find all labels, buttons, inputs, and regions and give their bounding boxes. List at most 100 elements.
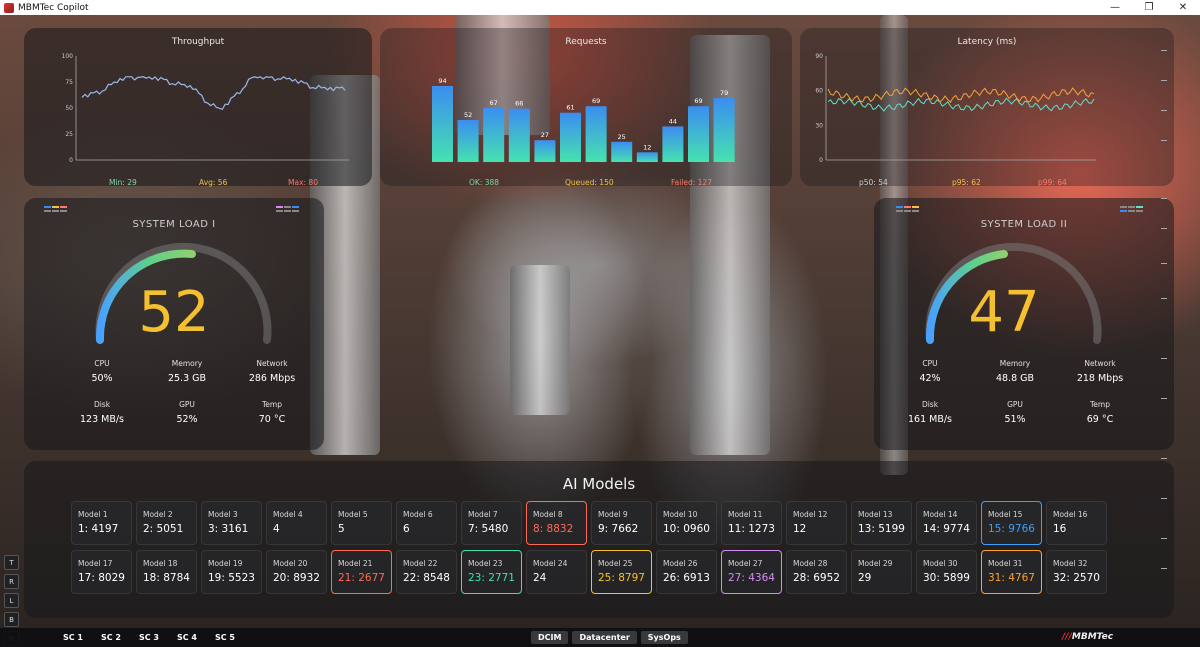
model-tile[interactable]: Model 8 8: 8832	[526, 501, 587, 545]
model-tile[interactable]: Model 1 1: 4197	[71, 501, 132, 545]
scroll-indicator[interactable]	[1158, 38, 1170, 578]
model-name: Model 26	[663, 559, 698, 568]
model-tile[interactable]: Model 15 15: 9766	[981, 501, 1042, 545]
model-value: 5	[338, 523, 345, 535]
metric-value: 123 MB/s	[79, 414, 125, 425]
model-tile[interactable]: Model 22 22: 8548	[396, 550, 457, 594]
minimize-button[interactable]: —	[1098, 2, 1132, 13]
model-name: Model 14	[923, 510, 958, 519]
scene-tab-sc2[interactable]: SC 2	[101, 633, 121, 642]
model-value: 15: 9766	[988, 523, 1035, 535]
metric-label: Memory	[999, 359, 1031, 368]
model-tile[interactable]: Model 20 20: 8932	[266, 550, 327, 594]
metric-value: 161 MB/s	[907, 414, 953, 425]
model-name: Model 18	[143, 559, 178, 568]
throughput-y-tick: 50	[65, 105, 73, 112]
model-tile[interactable]: Model 17 17: 8029	[71, 550, 132, 594]
model-tile[interactable]: Model 13 13: 5199	[851, 501, 912, 545]
model-value: 4	[273, 523, 280, 535]
side-button-r[interactable]: R	[4, 574, 19, 589]
model-tile[interactable]: Model 23 23: 2771	[461, 550, 522, 594]
requests-bar-label: 52	[464, 111, 472, 119]
requests-failed: Failed: 127	[671, 178, 712, 187]
scene-tab-sc5[interactable]: SC 5	[215, 633, 235, 642]
model-tile[interactable]: Model 14 14: 9774	[916, 501, 977, 545]
scene-tab-sc3[interactable]: SC 3	[139, 633, 159, 642]
model-name: Model 10	[663, 510, 698, 519]
model-tile[interactable]: Model 4 4	[266, 501, 327, 545]
requests-bar	[483, 107, 505, 162]
model-value: 13: 5199	[858, 523, 905, 535]
mbmtec-logo: ///MBMTec	[1062, 632, 1114, 642]
requests-bar-label: 61	[566, 104, 574, 112]
model-value: 18: 8784	[143, 572, 190, 584]
requests-bar	[534, 140, 556, 162]
model-tile[interactable]: Model 16 16	[1046, 501, 1107, 545]
model-name: Model 31	[988, 559, 1023, 568]
window-titlebar: MBMTec Copilot — ❐ ✕	[0, 0, 1200, 15]
model-tile[interactable]: Model 3 3: 3161	[201, 501, 262, 545]
view-tab-dcim[interactable]: DCIM	[531, 631, 569, 644]
side-button-l[interactable]: L	[4, 593, 19, 608]
model-name: Model 25	[598, 559, 633, 568]
maximize-button[interactable]: ❐	[1132, 2, 1166, 13]
model-tile[interactable]: Model 6 6	[396, 501, 457, 545]
model-tile[interactable]: Model 5 5	[331, 501, 392, 545]
latency-card: Latency (ms) 90 60 30 0 p50: 54 p95: 62 p99…	[800, 28, 1174, 187]
side-button-b[interactable]: B	[4, 612, 19, 627]
model-tile[interactable]: Model 11 11: 1273	[721, 501, 782, 545]
side-button-t[interactable]: T	[4, 555, 19, 570]
ai-models-grid: Model 1 1: 4197 Model 2 2: 5051 Model 3 3: 31…	[71, 501, 1107, 594]
model-value: 2: 5051	[143, 523, 184, 535]
metric-label: Network	[1084, 359, 1116, 368]
scene-tab-sc4[interactable]: SC 4	[177, 633, 197, 642]
view-tab-sysops[interactable]: SysOps	[640, 631, 688, 644]
throughput-y-tick: 0	[69, 157, 73, 164]
metric-label: Memory	[171, 359, 203, 368]
requests-bar-label: 69	[592, 97, 600, 105]
model-tile[interactable]: Model 2 2: 5051	[136, 501, 197, 545]
model-tile[interactable]: Model 32 32: 2570	[1046, 550, 1107, 594]
model-tile[interactable]: Model 31 31: 4767	[981, 550, 1042, 594]
model-tile[interactable]: Model 30 30: 5899	[916, 550, 977, 594]
view-tab-datacenter[interactable]: Datacenter	[572, 631, 637, 644]
model-name: Model 20	[273, 559, 308, 568]
metric-label: Disk	[93, 400, 111, 409]
requests-chart: 94 52 67 66 27 61 69 25 12 44 69 79	[432, 77, 735, 162]
model-tile[interactable]: Model 27 27: 4364	[721, 550, 782, 594]
model-value: 22: 8548	[403, 572, 450, 584]
load1-metric-memory: Memory 25.3 GB	[145, 354, 229, 392]
close-button[interactable]: ✕	[1166, 2, 1200, 13]
model-tile[interactable]: Model 12 12	[786, 501, 847, 545]
model-tile[interactable]: Model 26 26: 6913	[656, 550, 717, 594]
metric-label: Temp	[262, 400, 282, 409]
model-tile[interactable]: Model 19 19: 5523	[201, 550, 262, 594]
model-tile[interactable]: Model 29 29	[851, 550, 912, 594]
requests-bar	[611, 141, 633, 162]
load2-metric-gpu: GPU 51%	[973, 395, 1057, 433]
requests-bar	[457, 119, 479, 162]
model-name: Model 24	[533, 559, 568, 568]
ai-models-panel: AI Models Model 1 1: 4197 Model 2 2: 5051 Mo…	[24, 461, 1174, 618]
model-tile[interactable]: Model 28 28: 6952	[786, 550, 847, 594]
model-name: Model 30	[923, 559, 958, 568]
latency-p95: p95: 62	[952, 178, 981, 187]
model-tile[interactable]: Model 25 25: 8797	[591, 550, 652, 594]
metric-value: 25.3 GB	[167, 373, 207, 384]
model-value: 19: 5523	[208, 572, 255, 584]
model-value: 3: 3161	[208, 523, 249, 535]
metric-label: CPU	[922, 359, 938, 368]
metric-value: 70 °C	[258, 414, 286, 425]
model-tile[interactable]: Model 24 24	[526, 550, 587, 594]
requests-card: Requests 94 52 67 66 27 61 69 25 12 44 69 79 OK: 38…	[380, 28, 792, 187]
metric-value: 42%	[919, 373, 941, 384]
latency-p99: p99: 64	[1038, 178, 1067, 187]
model-tile[interactable]: Model 18 18: 8784	[136, 550, 197, 594]
model-tile[interactable]: Model 7 7: 5480	[461, 501, 522, 545]
model-tile[interactable]: Model 9 9: 7662	[591, 501, 652, 545]
model-tile[interactable]: Model 10 10: 0960	[656, 501, 717, 545]
throughput-max: Max: 80	[288, 178, 318, 187]
scene-tab-sc1[interactable]: SC 1	[63, 633, 83, 642]
ai-models-title: AI Models	[562, 475, 636, 493]
model-tile[interactable]: Model 21 21: 2677	[331, 550, 392, 594]
